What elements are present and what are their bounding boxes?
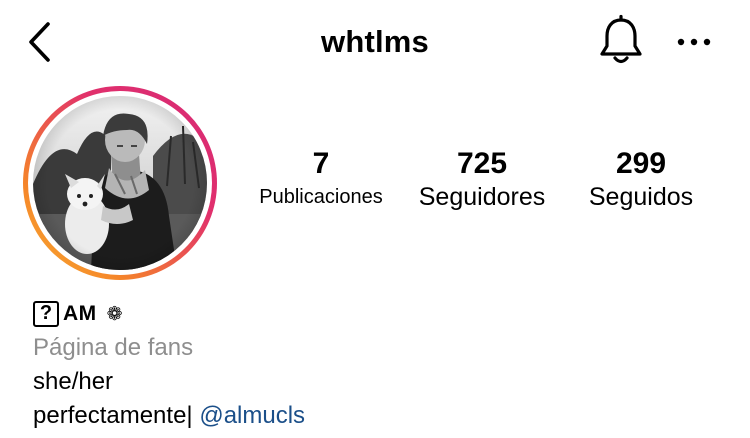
profile-category: Página de fans: [33, 334, 194, 361]
more-horizontal-icon: [677, 38, 711, 46]
following-count: 299: [615, 147, 667, 180]
flower-emoji: ❁: [106, 303, 123, 325]
posts-label: Publicaciones: [259, 186, 383, 208]
followers-label: Seguidores: [418, 183, 546, 211]
name-text: AM: [63, 302, 97, 325]
display-name: ? AM ❁: [33, 297, 723, 331]
more-options-button[interactable]: [672, 22, 716, 62]
chevron-left-icon: [29, 22, 50, 62]
bio-line-mention: perfectamente| @almucls: [33, 399, 723, 433]
profile-stats: 7 Publicaciones 725 Seguidores 299 Segui…: [0, 146, 750, 226]
followers-stat[interactable]: 725 Seguidores: [408, 146, 556, 212]
followers-count: 725: [456, 147, 508, 180]
following-stat[interactable]: 299 Seguidos: [574, 146, 708, 212]
bell-icon: [600, 14, 642, 64]
posts-stat[interactable]: 7 Publicaciones: [248, 146, 394, 212]
mention-link[interactable]: @almucls: [199, 402, 305, 429]
name-box-glyph: ?: [33, 301, 59, 327]
profile-header: whtlms: [0, 0, 750, 84]
notifications-button[interactable]: [596, 14, 646, 66]
bio-text: perfectamente|: [33, 402, 200, 429]
following-label: Seguidos: [588, 183, 694, 211]
profile-bio: ? AM ❁ Página de fans she/her perfectame…: [33, 297, 723, 433]
back-button[interactable]: [22, 18, 58, 66]
bio-pronouns: she/her: [33, 368, 114, 395]
posts-count: 7: [312, 147, 330, 180]
